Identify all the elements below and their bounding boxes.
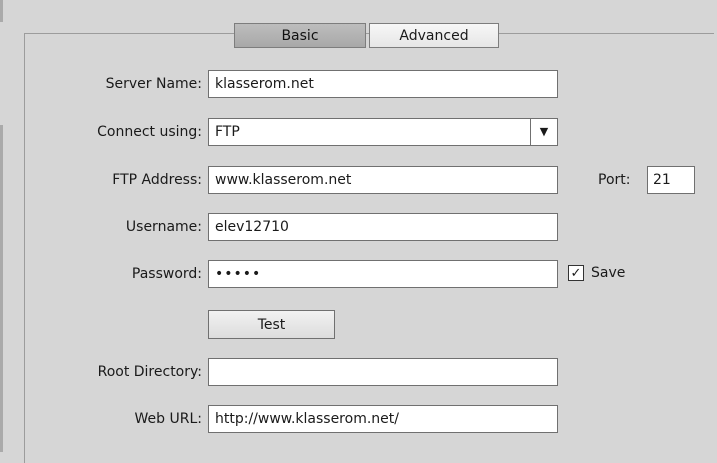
port-label: Port: [598,172,631,188]
save-label: Save [591,265,626,281]
root-directory-label: Root Directory: [97,364,202,380]
tab-advanced[interactable]: Advanced [369,23,499,48]
connect-using-value: FTP [215,124,240,140]
server-name-input[interactable]: klasserom.net [208,70,558,98]
window-edge-bottom [0,125,3,452]
password-input[interactable]: ••••• [208,260,558,288]
save-checkbox[interactable]: ✓ [568,265,584,281]
chevron-down-icon[interactable]: ▼ [530,119,557,145]
connect-using-label: Connect using: [97,124,202,140]
tab-basic[interactable]: Basic [234,23,366,48]
server-name-label: Server Name: [105,76,202,92]
ftp-address-input[interactable]: www.klasserom.net [208,166,558,194]
ftp-address-label: FTP Address: [112,172,202,188]
root-directory-input[interactable] [208,358,558,386]
tab-bar: Basic Advanced [234,23,499,48]
port-input[interactable]: 21 [647,166,695,194]
web-url-label: Web URL: [134,411,202,427]
checkmark-icon: ✓ [570,265,582,281]
username-input[interactable]: elev12710 [208,213,558,241]
test-button[interactable]: Test [208,310,335,339]
password-label: Password: [131,266,202,282]
username-label: Username: [125,219,202,235]
window-edge-top [0,0,3,22]
connect-using-select[interactable]: FTP ▼ [208,118,558,146]
web-url-input[interactable]: http://www.klasserom.net/ [208,405,558,433]
